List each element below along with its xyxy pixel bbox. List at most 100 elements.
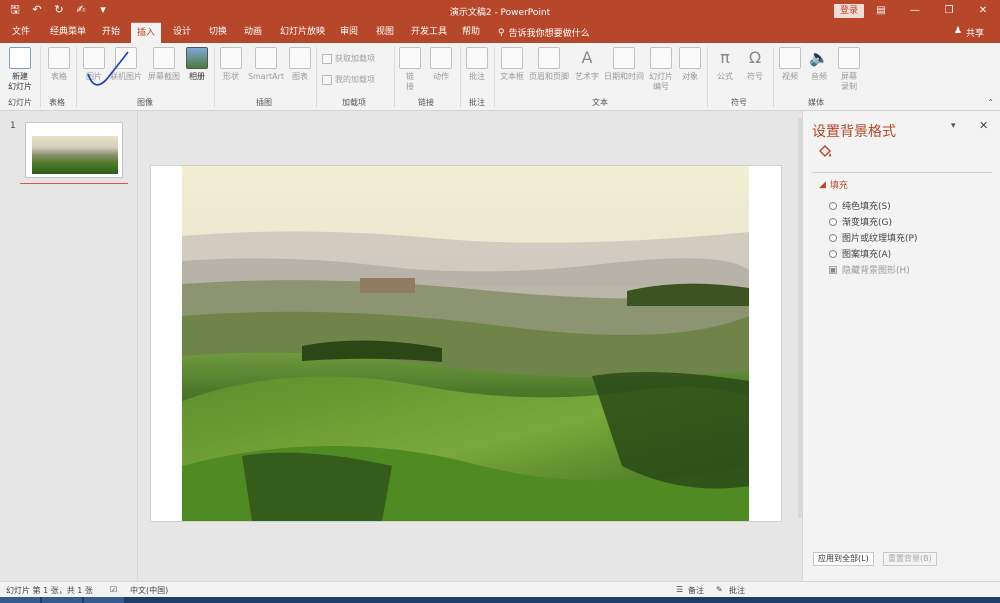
video-button[interactable]: 视频: [778, 47, 802, 82]
group-label-tables: 表格: [49, 98, 65, 107]
close-pane-icon[interactable]: ✕: [979, 119, 988, 132]
share-label: 共享: [965, 29, 984, 39]
fill-section-header[interactable]: ◢ 填充: [819, 178, 848, 192]
tab-view[interactable]: 视图: [376, 22, 394, 43]
collapse-ribbon-icon[interactable]: ⌃: [987, 98, 994, 107]
radio-button[interactable]: [829, 201, 837, 210]
tab-home[interactable]: 开始: [102, 22, 120, 43]
shape-label: 形状: [223, 72, 239, 81]
ribbon-display-icon[interactable]: ▤: [864, 0, 898, 22]
action-button[interactable]: 动作: [428, 47, 454, 82]
landscape-photo[interactable]: [182, 166, 749, 521]
screen-recording-button[interactable]: 屏幕 录制: [836, 47, 862, 92]
textbox-button[interactable]: 文本框: [498, 47, 526, 82]
solid-fill-option[interactable]: 纯色填充(S): [829, 199, 891, 212]
customize-icon[interactable]: ▾: [96, 3, 110, 17]
separator: [214, 47, 215, 107]
table-label: 表格: [51, 72, 67, 81]
tab-developer[interactable]: 开发工具: [411, 22, 447, 43]
checkbox[interactable]: ■: [829, 265, 837, 274]
tab-design[interactable]: 设计: [173, 22, 191, 43]
wordart-button[interactable]: A 艺术字: [573, 47, 601, 82]
album-label: 相册: [189, 72, 205, 81]
touch-mode-icon[interactable]: ✍: [74, 3, 88, 17]
object-icon: [679, 47, 701, 69]
header-footer-button[interactable]: 页眉和页脚: [527, 47, 571, 82]
globe-icon: [399, 47, 421, 69]
tab-file[interactable]: 文件: [12, 22, 30, 43]
chart-label: 图表: [292, 72, 308, 81]
link-label: 链 接: [406, 72, 414, 91]
slide-editor: [139, 111, 801, 581]
notes-button[interactable]: 备注: [688, 585, 704, 596]
album-button[interactable]: 相册: [184, 47, 210, 82]
pi-icon: π: [720, 48, 730, 67]
taskbar-item[interactable]: [42, 597, 82, 603]
undo-icon[interactable]: ↶: [30, 3, 44, 17]
pattern-fill-option[interactable]: 图案填充(A): [829, 247, 891, 260]
table-button[interactable]: 表格: [45, 47, 73, 82]
datetime-button[interactable]: 日期和时间: [602, 47, 646, 82]
wordart-icon: A: [581, 48, 593, 67]
screenshot-button[interactable]: 屏幕截图: [145, 47, 183, 82]
symbol-button[interactable]: Ω 符号: [742, 47, 768, 82]
share-button[interactable]: ♟ 共享: [954, 26, 984, 39]
taskbar-item[interactable]: [84, 597, 124, 603]
radio-button[interactable]: [829, 249, 837, 258]
redo-icon[interactable]: ↻: [52, 3, 66, 17]
minimize-icon[interactable]: —: [898, 0, 932, 22]
comment-button[interactable]: 批注: [464, 47, 490, 82]
taskbar-item[interactable]: [0, 597, 40, 603]
reset-background-button[interactable]: 重置背景(B): [883, 552, 937, 566]
screen-recording-label: 屏幕 录制: [841, 72, 857, 91]
audio-button[interactable]: 🔈 音频: [806, 47, 832, 82]
radio-button[interactable]: [829, 217, 837, 226]
slide-counter: 幻灯片 第 1 张，共 1 张: [6, 586, 93, 595]
paint-bucket-icon[interactable]: [817, 144, 833, 160]
slide-thumbnail[interactable]: [25, 122, 123, 178]
format-pane-title: 设置背景格式: [812, 124, 896, 140]
comments-button[interactable]: 批注: [729, 585, 745, 596]
chart-button[interactable]: 图表: [288, 47, 312, 82]
apply-to-all-button[interactable]: 应用到全部(L): [813, 552, 874, 566]
tab-transitions[interactable]: 切换: [209, 22, 227, 43]
hide-background-graphics-option[interactable]: ■ 隐藏背景图形(H): [829, 263, 910, 276]
object-button[interactable]: 对象: [678, 47, 702, 82]
shape-button[interactable]: 形状: [218, 47, 244, 82]
close-icon[interactable]: ✕: [966, 0, 1000, 22]
tab-animations[interactable]: 动画: [244, 22, 262, 43]
slide-canvas[interactable]: [151, 166, 781, 521]
save-icon[interactable]: 🖫: [8, 3, 22, 17]
format-background-pane: 设置背景格式 ▾ ✕ ◢ 填充 纯色填充(S) 渐变填充(G) 图片或纹理填充(…: [802, 111, 1000, 581]
group-label-media: 媒体: [808, 98, 824, 107]
restore-icon[interactable]: ❐: [932, 0, 966, 22]
tab-review[interactable]: 审阅: [340, 22, 358, 43]
notes-icon[interactable]: ☰: [676, 585, 683, 594]
spellcheck-icon[interactable]: ☑: [110, 585, 117, 594]
tab-insert[interactable]: 插入: [131, 22, 162, 43]
comments-icon[interactable]: ✎: [716, 585, 723, 594]
radio-button[interactable]: [829, 233, 837, 242]
equation-button[interactable]: π 公式: [712, 47, 738, 82]
tell-me-box[interactable]: ⚲ 告诉我你想要做什么: [498, 26, 590, 40]
ribbon-tabs: 文件 经典菜单 开始 插入 设计 切换 动画 幻灯片放映 审阅 视图 开发工具 …: [0, 22, 1000, 43]
smartart-button[interactable]: SmartArt: [246, 47, 286, 82]
tab-slideshow[interactable]: 幻灯片放映: [280, 22, 325, 43]
slide-number-button[interactable]: 幻灯片 编号: [648, 47, 674, 92]
tab-help[interactable]: 帮助: [462, 22, 480, 43]
login-button[interactable]: 登录: [834, 4, 864, 18]
header-footer-icon: [538, 47, 560, 69]
tab-classic-menu[interactable]: 经典菜单: [50, 22, 86, 43]
slide-number: 1: [10, 121, 16, 131]
get-addins-button[interactable]: 获取加载项: [322, 53, 375, 64]
pattern-fill-label: 图案填充(A): [842, 250, 892, 260]
pane-options-icon[interactable]: ▾: [951, 121, 956, 131]
speaker-icon: 🔈: [809, 48, 829, 67]
comment-label: 批注: [469, 72, 485, 81]
picture-fill-option[interactable]: 图片或纹理填充(P): [829, 231, 917, 244]
gradient-fill-option[interactable]: 渐变填充(G): [829, 215, 892, 228]
link-button[interactable]: 链 接: [398, 47, 422, 92]
language-indicator[interactable]: 中文(中国): [130, 585, 168, 596]
my-addins-button[interactable]: 我的加载项: [322, 74, 375, 85]
new-slide-button[interactable]: 新建 幻灯片: [4, 47, 36, 92]
